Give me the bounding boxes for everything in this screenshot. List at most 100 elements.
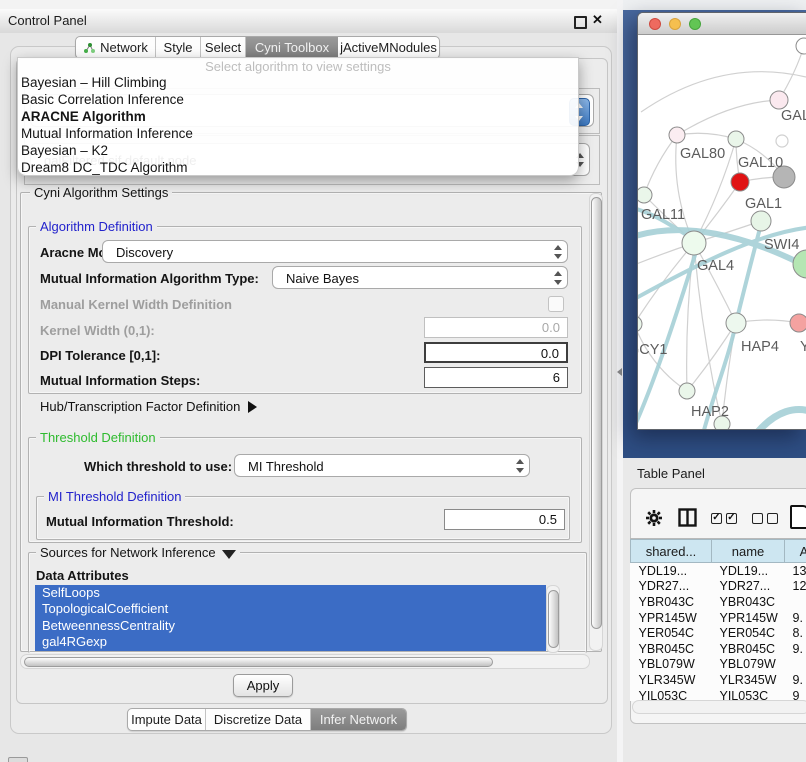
- manual-kernel-checkbox[interactable]: [548, 296, 564, 312]
- network-node[interactable]: [728, 131, 744, 147]
- zoom-button[interactable]: [689, 18, 701, 30]
- checked-checkbox-icon[interactable]: ✓: [711, 513, 722, 524]
- table-cell: YDR27...: [712, 579, 785, 595]
- data-attributes-list: SelfLoopsTopologicalCoefficientBetweenne…: [35, 585, 546, 651]
- mi-steps-field[interactable]: 6: [424, 367, 568, 388]
- combobox-stepper-icon[interactable]: [552, 271, 563, 285]
- unchecked-checkbox-icon[interactable]: [752, 513, 763, 524]
- table-cell: YDL19...: [712, 563, 785, 579]
- network-node[interactable]: [793, 250, 806, 278]
- tab-discretize-data[interactable]: Discretize Data: [206, 709, 311, 730]
- table-cell: YBR045C: [631, 641, 712, 657]
- close-button[interactable]: [649, 18, 661, 30]
- tab-cyni-toolbox[interactable]: Cyni Toolbox: [246, 37, 338, 58]
- mi-type-label: Mutual Information Algorithm Type:: [40, 271, 259, 286]
- network-node[interactable]: [669, 127, 685, 143]
- node-label-gal1: GAL1: [745, 196, 782, 212]
- table-cell: 9.: [785, 610, 806, 626]
- table-panel-title: Table Panel: [637, 466, 705, 481]
- network-node[interactable]: [682, 231, 706, 255]
- network-canvas[interactable]: GALGAL80GAL10GAL1GAL11SWI4GAL4GCY1HAP4YH…: [638, 35, 806, 429]
- apply-button[interactable]: Apply: [233, 674, 293, 697]
- table-row[interactable]: YLR345WYLR345W9.: [631, 672, 806, 688]
- network-node[interactable]: [638, 316, 642, 332]
- network-view-window: GALGAL80GAL10GAL1GAL11SWI4GAL4GCY1HAP4YH…: [637, 12, 806, 430]
- settings-hscrollbar-thumb[interactable]: [24, 657, 493, 667]
- which-threshold-combobox[interactable]: MI Threshold: [234, 454, 530, 477]
- table-row[interactable]: YBR043CYBR043C: [631, 594, 806, 610]
- table-cell: YIL053C: [631, 688, 712, 701]
- cyni-bottom-tabs: Impute DataDiscretize DataInfer Network: [127, 708, 407, 731]
- attribute-item-selfloops[interactable]: SelfLoops: [35, 585, 546, 601]
- minimize-button[interactable]: [669, 18, 681, 30]
- mi-threshold-field[interactable]: 0.5: [444, 509, 565, 530]
- table-cell: 9: [785, 688, 806, 701]
- network-node[interactable]: [790, 314, 806, 332]
- table-row[interactable]: YDL19...YDL19...13: [631, 563, 806, 579]
- dropdown-item-aracne-algorithm[interactable]: ARACNE Algorithm: [18, 108, 578, 125]
- divider-collapse-icon[interactable]: [617, 368, 622, 376]
- mi-type-combobox[interactable]: Naive Bayes: [272, 266, 568, 289]
- attributes-scrollbar[interactable]: [546, 585, 560, 653]
- network-icon: [83, 42, 96, 54]
- table-row[interactable]: YDR27...YDR27...12: [631, 579, 806, 595]
- close-icon[interactable]: ✕: [592, 12, 603, 28]
- table-cell: YBR043C: [631, 594, 712, 610]
- settings-scrollbar-thumb[interactable]: [591, 197, 602, 629]
- tab-label: Style: [164, 40, 193, 55]
- dropdown-item-dream8-dc-tdc-algorithm[interactable]: Dream8 DC_TDC Algorithm: [18, 159, 578, 176]
- network-node[interactable]: [726, 313, 746, 333]
- table-row[interactable]: YBL079WYBL079W: [631, 657, 806, 673]
- kernel-width-field[interactable]: 0.0: [424, 317, 568, 338]
- table-row[interactable]: YER054CYER054C8.: [631, 625, 806, 641]
- columns-icon[interactable]: [678, 508, 697, 527]
- column-header-name[interactable]: name: [712, 540, 785, 563]
- hub-definition-expander[interactable]: Hub/Transcription Factor Definition: [40, 399, 257, 414]
- settings-scrollbar[interactable]: [589, 193, 603, 651]
- attribute-item-betweennesscentrality[interactable]: BetweennessCentrality: [35, 618, 546, 634]
- dropdown-item-bayesian-k2[interactable]: Bayesian – K2: [18, 142, 578, 159]
- control-panel-title: Control Panel: [8, 13, 87, 28]
- node-label-y: Y: [800, 339, 806, 355]
- gear-icon[interactable]: [645, 509, 663, 527]
- tab-infer-network[interactable]: Infer Network: [311, 709, 406, 730]
- tab-network[interactable]: Network: [76, 37, 156, 58]
- attributes-scrollbar-thumb[interactable]: [548, 590, 559, 648]
- table-cell: [785, 594, 806, 610]
- network-node[interactable]: [751, 211, 771, 231]
- table-row[interactable]: YBR045CYBR045C9.: [631, 641, 806, 657]
- dropdown-item-basic-correlation-inference[interactable]: Basic Correlation Inference: [18, 91, 578, 108]
- network-node[interactable]: [679, 383, 695, 399]
- network-node[interactable]: [770, 91, 788, 109]
- combobox-stepper-icon[interactable]: [514, 459, 525, 473]
- aracne-mode-combobox[interactable]: Discovery: [102, 240, 568, 263]
- table-hscrollbar[interactable]: [632, 700, 806, 714]
- attribute-item-topologicalcoefficient[interactable]: TopologicalCoefficient: [35, 601, 546, 617]
- unchecked-checkbox-icon[interactable]: [767, 513, 778, 524]
- combobox-stepper-icon[interactable]: [552, 245, 563, 259]
- table-row[interactable]: YIL053CYIL053C9: [631, 688, 806, 701]
- network-node[interactable]: [796, 38, 806, 54]
- table-row[interactable]: YPR145WYPR145W9.: [631, 610, 806, 626]
- column-header-a[interactable]: A: [785, 540, 806, 563]
- mi-steps-label: Mutual Information Steps:: [40, 373, 200, 388]
- network-node[interactable]: [638, 187, 652, 203]
- dropdown-item-bayesian-hill-climbing[interactable]: Bayesian – Hill Climbing: [18, 74, 578, 91]
- tab-jactivemnodules[interactable]: jActiveMNodules: [338, 37, 439, 58]
- attribute-item-gal4rgexp[interactable]: gal4RGexp: [35, 634, 546, 650]
- network-window-titlebar[interactable]: [638, 13, 806, 35]
- tab-style[interactable]: Style: [156, 37, 201, 58]
- dpi-tolerance-field[interactable]: 0.0: [424, 342, 568, 363]
- tab-impute-data[interactable]: Impute Data: [128, 709, 206, 730]
- document-icon[interactable]: [790, 505, 806, 529]
- column-header-shared[interactable]: shared...: [631, 540, 712, 563]
- node-label-gal: GAL: [781, 108, 806, 124]
- sources-expander[interactable]: Sources for Network Inference: [36, 545, 240, 560]
- settings-hscrollbar[interactable]: [20, 654, 590, 669]
- float-icon[interactable]: [574, 16, 587, 29]
- checked-checkbox-icon[interactable]: ✓: [726, 513, 737, 524]
- tab-select[interactable]: Select: [201, 37, 246, 58]
- network-node[interactable]: [731, 173, 749, 191]
- collapsed-panel-icon[interactable]: [8, 757, 28, 762]
- dropdown-item-mutual-information-inference[interactable]: Mutual Information Inference: [18, 125, 578, 142]
